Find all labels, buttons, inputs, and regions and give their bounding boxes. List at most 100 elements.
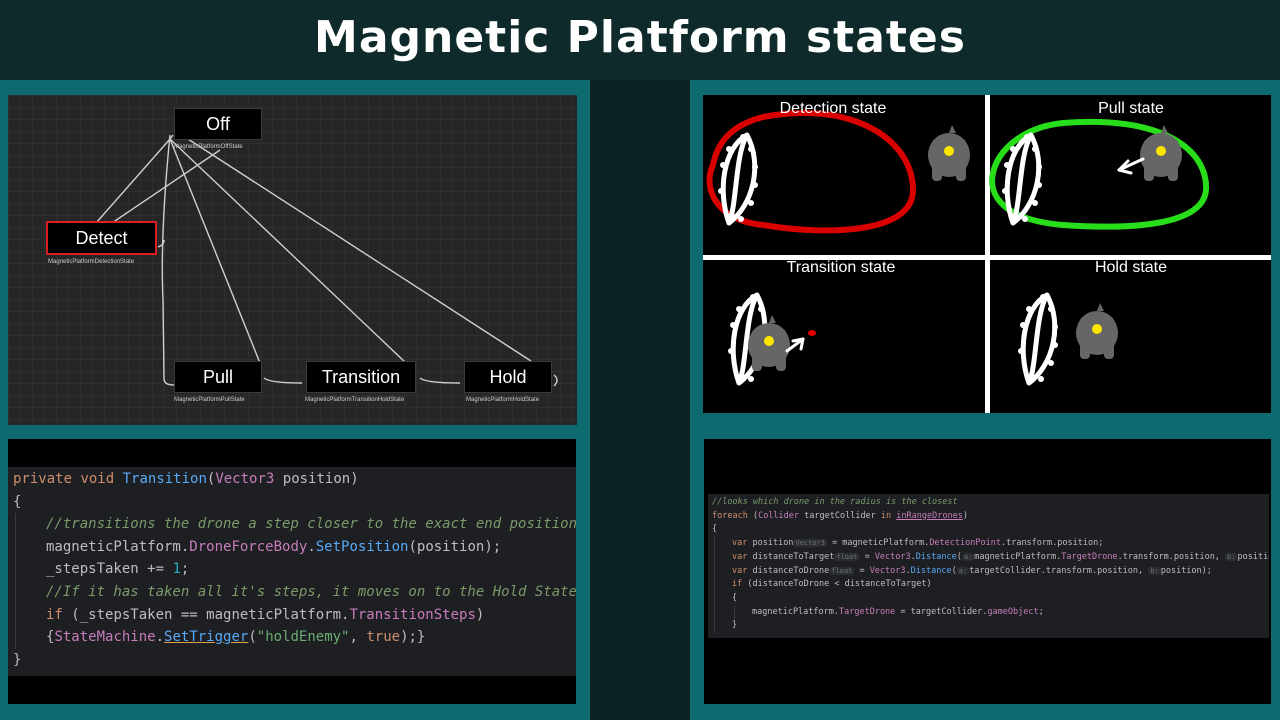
code-token: .transform.position; (1000, 538, 1104, 549)
code-token: //looks which drone in the radius is the… (712, 497, 958, 507)
indent-guide (714, 619, 715, 634)
state-node-off[interactable]: Off (174, 108, 262, 140)
code-token: a: (961, 552, 975, 561)
code-line: var distanceToTarget float = Vector3.Dist… (708, 550, 1269, 565)
code-token: position (752, 538, 794, 549)
code-token: .transform.position, (1117, 551, 1226, 562)
indent-guide (734, 605, 735, 620)
state-node-detect[interactable]: Detect (46, 221, 157, 255)
code-token: var (732, 551, 753, 562)
code-line: _stepsTaken += 1; (8, 558, 576, 581)
code-line: //looks which drone in the radius is the… (708, 496, 1269, 510)
code-token: ) (475, 606, 485, 623)
state-node-label: Transition (321, 367, 401, 387)
code-token: a: (956, 566, 970, 575)
code-token: Vector3 (215, 471, 275, 487)
code-token: , (349, 629, 367, 646)
indent-guide (15, 535, 16, 559)
page-title: Magnetic Platform states (314, 12, 966, 63)
state-node-label: Off (206, 114, 230, 134)
code-line: private void Transition(Vector3 position… (8, 468, 576, 491)
code-token: { (732, 592, 738, 603)
code-token: ( (951, 565, 957, 576)
state-node-script: MagneticPlatformOffState (174, 144, 243, 150)
code-token: ) (962, 510, 968, 521)
state-node-label: Pull (202, 367, 233, 387)
code-line: {StateMachine.SetTrigger("holdEnemy", tr… (8, 626, 576, 649)
code-token: . (307, 538, 316, 555)
code-token: Transition (122, 471, 207, 487)
code-token: magneticPlatform. (752, 606, 839, 617)
code-token: private (13, 471, 81, 487)
indent-guide (714, 591, 715, 606)
code-token: = (854, 565, 870, 576)
code-token: { (712, 524, 718, 535)
state-node-pull[interactable]: Pull (174, 361, 262, 393)
code-token: "holdEnemy" (256, 629, 350, 646)
code-token: Vector3 (793, 539, 827, 548)
code-line: } (708, 619, 1269, 634)
pull-arrow (1117, 157, 1145, 175)
indent-guide (15, 513, 16, 536)
indent-guide (15, 558, 16, 581)
code-line: } (8, 649, 576, 672)
code-line: if (distanceToDrone < distanceToTarget) (708, 578, 1269, 592)
code-token: distanceToDrone (752, 565, 830, 576)
code-line: foreach (Collider targetCollider in inRa… (708, 510, 1269, 524)
state-node-script: MagneticPlatformPullState (174, 397, 245, 403)
state-machine-graph: Off MagneticPlatformOffState Detect Magn… (8, 95, 577, 425)
code-token: distanceToTarget (752, 551, 835, 562)
indent-guide (714, 537, 715, 551)
transition-code-block: private void Transition (Vector3 position… (8, 467, 576, 676)
code-token: foreach (712, 510, 753, 521)
code-line: { (708, 591, 1269, 606)
code-token: //If it has taken all it's steps, it mov… (46, 583, 576, 600)
code-token: if (732, 579, 748, 590)
code-token: float (829, 566, 855, 575)
state-node-label: Hold (489, 367, 527, 387)
magnet-shape (718, 134, 758, 223)
code-token: } (13, 651, 22, 668)
indent-guide (714, 550, 715, 565)
transition-state-title: Transition state (786, 259, 896, 276)
code-token: in (880, 510, 897, 521)
code-token: b: (1225, 552, 1238, 561)
drone-shape (928, 125, 970, 181)
code-token: var (732, 538, 753, 549)
code-token: Vector3 (869, 565, 906, 576)
drone-shape (1076, 303, 1118, 359)
state-node-script: MagneticPlatformDetectionState (48, 259, 135, 265)
code-token: = magneticPlatform. (826, 538, 930, 549)
code-token: void (80, 471, 123, 487)
state-node-script: MagneticPlatformTransitionHoldState (305, 397, 405, 403)
code-token: targetCollider (799, 510, 881, 521)
code-line: if (_stepsTaken == magneticPlatform.Tran… (8, 603, 576, 627)
indent-guide (15, 580, 16, 604)
code-token: var (732, 565, 753, 576)
vertical-divider (985, 95, 990, 413)
code-token: DroneForceBody (189, 538, 308, 555)
code-lines: //looks which drone in the radius is the… (708, 496, 1269, 634)
code-token: (_stepsTaken == magneticPlatform. (71, 606, 350, 623)
closest-drone-code-panel: //looks which drone in the radius is the… (704, 439, 1271, 704)
code-token: position); (1237, 551, 1269, 562)
indent-guide (714, 578, 715, 592)
code-line: var position Vector3 = magneticPlatform.D… (708, 537, 1269, 551)
magnet-shape (1018, 294, 1058, 383)
code-token: (distanceToDrone < distanceToTarget) (747, 579, 932, 590)
closest-drone-code-block: //looks which drone in the radius is the… (708, 494, 1269, 638)
indent-guide (714, 564, 715, 579)
code-token: ( (248, 629, 257, 646)
code-line: //transitions the drone a step closer to… (8, 513, 576, 536)
code-token: targetCollider.transform.position, (969, 565, 1149, 576)
state-node-hold[interactable]: Hold (464, 361, 552, 393)
state-node-transition[interactable]: Transition (306, 361, 416, 393)
code-token: 1 (172, 561, 181, 578)
code-token: Distance (910, 565, 952, 576)
code-token: = (859, 551, 875, 562)
code-token: float (834, 552, 860, 561)
code-token: TargetDrone (839, 606, 896, 617)
code-token: ; (180, 561, 190, 578)
code-line: //If it has taken all it's steps, it mov… (8, 580, 576, 604)
code-token: DetectionPoint (929, 538, 1001, 549)
